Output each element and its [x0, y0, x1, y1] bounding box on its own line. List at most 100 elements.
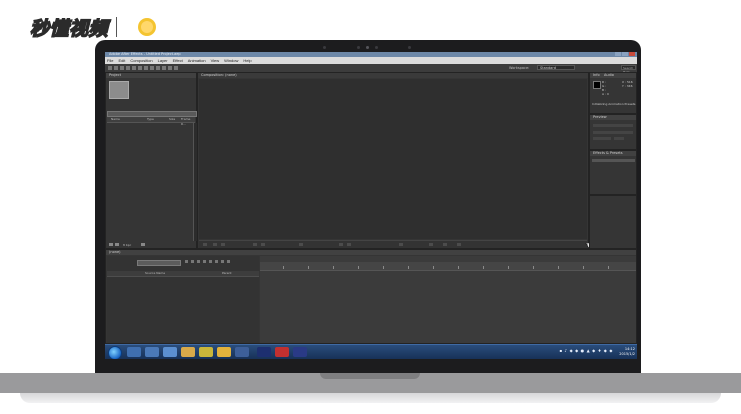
zoom-tool-icon[interactable]: [120, 66, 124, 70]
effects-tab-label: Effects & Presets: [593, 151, 623, 155]
timeline-search-input[interactable]: [137, 260, 181, 266]
project-tab[interactable]: Project: [106, 73, 196, 78]
flowchart-icon[interactable]: [457, 243, 461, 246]
bpc-label[interactable]: 8 bpc: [123, 242, 131, 248]
taskbar-app-chat[interactable]: [217, 347, 231, 357]
project-panel: Project Name Type Size Frame R... 8 bpc: [105, 72, 197, 249]
taskbar-app-browser[interactable]: [145, 347, 159, 357]
mask-visibility-icon[interactable]: [221, 243, 225, 246]
column-parent[interactable]: Parent: [222, 271, 232, 276]
menu-window[interactable]: Window: [224, 57, 238, 64]
eraser-tool-icon[interactable]: [174, 66, 178, 70]
effects-tab[interactable]: Effects & Presets: [590, 151, 636, 156]
selection-tool-icon[interactable]: [108, 66, 112, 70]
menu-effect[interactable]: Effect: [173, 57, 183, 64]
menu-view[interactable]: View: [211, 57, 220, 64]
taskbar-app-media[interactable]: [163, 347, 177, 357]
motion-blur-icon[interactable]: [209, 260, 212, 263]
type-tool-icon[interactable]: [156, 66, 160, 70]
frame-rate-field[interactable]: [593, 137, 611, 140]
composition-tab[interactable]: Composition: (none): [198, 73, 588, 78]
camera-tool-icon[interactable]: [132, 66, 136, 70]
maximize-button[interactable]: [622, 52, 628, 56]
show-channel-icon[interactable]: [261, 243, 265, 246]
time-graph[interactable]: [260, 256, 636, 343]
preview-tab-label: Preview: [593, 115, 607, 119]
pen-tool-icon[interactable]: [150, 66, 154, 70]
menu-file[interactable]: File: [107, 57, 113, 64]
preview-tab[interactable]: Preview: [590, 115, 636, 120]
menu-composition[interactable]: Composition: [130, 57, 152, 64]
color-swatch: [593, 81, 601, 89]
column-type[interactable]: Type: [147, 117, 154, 122]
start-button[interactable]: [108, 346, 122, 359]
graph-editor-icon[interactable]: [227, 260, 230, 263]
taskbar-app-after-effects[interactable]: [293, 347, 307, 357]
info-a: A : 0: [602, 92, 609, 96]
search-help-input[interactable]: Search Help: [621, 65, 636, 74]
skip-field[interactable]: [614, 137, 624, 140]
clock-date: 2015/1/2: [619, 352, 635, 356]
magnification-icon[interactable]: [203, 243, 207, 246]
taskbar-app-window[interactable]: [235, 347, 249, 357]
menu-edit[interactable]: Edit: [118, 57, 125, 64]
menu-help[interactable]: Help: [243, 57, 251, 64]
effects-search-input[interactable]: [592, 159, 635, 162]
composition-tab-label: Composition: (none): [201, 73, 237, 77]
mask-tool-icon[interactable]: [144, 66, 148, 70]
interpret-footage-icon[interactable]: [109, 243, 113, 246]
menu-animation[interactable]: Animation: [188, 57, 206, 64]
frame-blending-icon[interactable]: [203, 260, 206, 263]
safe-zones-icon[interactable]: [213, 243, 217, 246]
taskbar-app-folder[interactable]: [199, 347, 213, 357]
transparency-grid-icon[interactable]: [347, 243, 351, 246]
timeline-toggle-icon[interactable]: [443, 243, 447, 246]
taskbar-app-explorer[interactable]: [181, 347, 195, 357]
new-folder-icon[interactable]: [115, 243, 119, 246]
view-layout-icon[interactable]: [399, 243, 403, 246]
brush-tool-icon[interactable]: [162, 66, 166, 70]
draft-3d-icon[interactable]: [191, 260, 194, 263]
watermark: 秒懂视频: [29, 14, 169, 40]
audio-tab-label[interactable]: Audio: [604, 73, 614, 78]
column-name[interactable]: Name: [111, 117, 120, 122]
camera-dot: [375, 46, 378, 49]
camera-lens: [366, 46, 369, 49]
timeline-tab[interactable]: (none): [106, 250, 636, 255]
minimize-button[interactable]: [615, 52, 621, 56]
taskbar-app-ie[interactable]: [127, 347, 141, 357]
workspace-select[interactable]: Standard: [537, 65, 575, 70]
column-size[interactable]: Size: [169, 117, 175, 122]
trash-icon[interactable]: [141, 243, 145, 246]
time-ruler[interactable]: [260, 262, 636, 271]
menu-layer[interactable]: Layer: [158, 57, 168, 64]
hide-shy-icon[interactable]: [197, 260, 200, 263]
snapshot-icon[interactable]: [253, 243, 257, 246]
fast-previews-icon[interactable]: [429, 243, 433, 246]
close-button[interactable]: [629, 52, 635, 56]
hand-tool-icon[interactable]: [114, 66, 118, 70]
ruler-tick: [408, 266, 409, 269]
taskbar-app-premiere[interactable]: [257, 347, 271, 357]
playback-controls[interactable]: [593, 124, 633, 127]
resolution-icon[interactable]: [299, 243, 303, 246]
info-y: Y : 346: [622, 84, 633, 88]
ruler-tick: [558, 266, 559, 269]
pan-tool-icon[interactable]: [138, 66, 142, 70]
workspace-label: Workspace:: [509, 66, 530, 70]
taskbar-app-recorder[interactable]: [275, 347, 289, 357]
rotate-tool-icon[interactable]: [126, 66, 130, 70]
watermark-divider: [116, 17, 118, 37]
auto-keyframe-icon[interactable]: [221, 260, 224, 263]
stamp-tool-icon[interactable]: [168, 66, 172, 70]
column-source-name[interactable]: Source Name: [145, 271, 165, 276]
brainstorm-icon[interactable]: [215, 260, 218, 263]
region-of-interest-icon[interactable]: [339, 243, 343, 246]
preview-panel: Preview: [589, 114, 637, 150]
system-tray[interactable]: ▪ ♪ ◆ ◆ ● ▲ ◆ ♦ ◆ ◆: [559, 348, 613, 353]
info-panel: Info Audio R : G : B : A : 0 X : 516 Y :…: [589, 72, 637, 114]
clock[interactable]: 14:12 2015/1/2: [619, 347, 635, 357]
composition-viewer[interactable]: [199, 79, 587, 239]
info-tab[interactable]: Info Audio: [590, 73, 636, 78]
comp-mini-flowchart-icon[interactable]: [185, 260, 188, 263]
